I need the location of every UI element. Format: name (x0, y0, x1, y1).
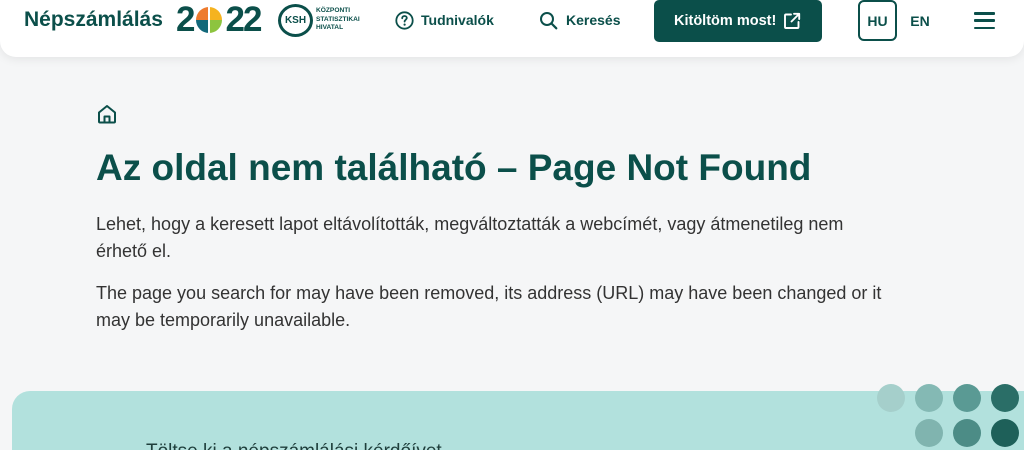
breadcrumb-home-link[interactable] (96, 103, 118, 125)
question-circle-icon (395, 11, 414, 30)
logo-digit: 2 (176, 0, 196, 39)
ksh-logo[interactable]: KSH KÖZPONTI STATISZTIKAI HIVATAL (278, 4, 368, 38)
decorative-dot (991, 384, 1019, 412)
home-icon (98, 105, 116, 124)
menu-bar (974, 26, 995, 29)
external-link-icon (784, 12, 801, 29)
menu-bar (974, 19, 995, 22)
page: Népszámlálás 222 KSH KÖZPONTI STATISZTIK… (0, 0, 1024, 450)
ksh-logo-text: KÖZPONTI STATISZTIKAI HIVATAL (316, 7, 360, 33)
nav-item-kereses[interactable]: Keresés (539, 11, 621, 30)
decorative-dot (915, 384, 943, 412)
fill-now-button-label: Kitöltöm most! (674, 13, 777, 29)
logo-year[interactable]: 222 (176, 0, 263, 39)
decorative-dot (953, 384, 981, 412)
nav-item-label: Keresés (566, 12, 621, 28)
fill-now-button[interactable]: Kitöltöm most! (654, 0, 822, 42)
hamburger-menu-icon[interactable] (974, 12, 995, 29)
ksh-logo-mark: KSH (278, 4, 313, 37)
language-en-button[interactable]: EN (906, 0, 934, 41)
page-title: Az oldal nem található – Page Not Found (96, 147, 812, 188)
cta-panel-heading: Töltse ki a népszámlálási kérdőívet (146, 440, 442, 450)
error-message-hungarian: Lehet, hogy a keresett lapot eltávolítot… (96, 214, 844, 261)
ksh-logo-line: HIVATAL (316, 24, 344, 31)
language-hu-button[interactable]: HU (858, 0, 897, 41)
site-header: Népszámlálás 222 KSH KÖZPONTI STATISZTIK… (0, 0, 1024, 57)
logo-pie-zero (196, 7, 223, 33)
brand-logo-text[interactable]: Népszámlálás (24, 8, 163, 32)
ksh-logo-line: STATISZTIKAI (316, 15, 360, 23)
error-message-english: The page you search for may have been re… (96, 283, 882, 330)
decorative-dot (915, 419, 943, 447)
nav-item-tudnivalok[interactable]: Tudnivalók (395, 11, 494, 30)
menu-bar (974, 12, 995, 15)
search-icon (540, 12, 558, 30)
logo-digit: 2 (242, 0, 263, 39)
nav-item-label: Tudnivalók (421, 12, 494, 28)
decorative-dot (991, 419, 1019, 447)
decorative-dot (953, 419, 981, 447)
ksh-logo-line: KÖZPONTI (316, 7, 351, 14)
decorative-dot (877, 384, 905, 412)
